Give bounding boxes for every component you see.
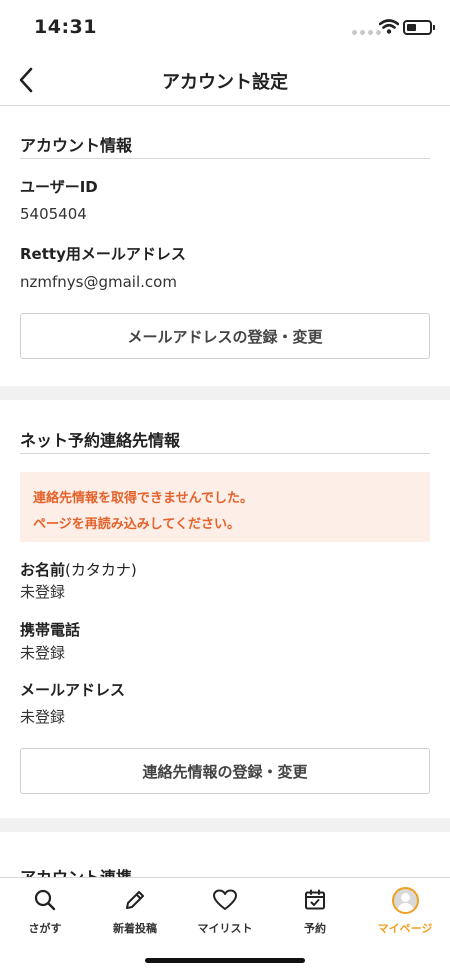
section-divider	[20, 453, 430, 454]
account-info-section: アカウント情報 ユーザーID 5405404 Retty用メールアドレス nzm…	[0, 107, 450, 386]
tab-label: マイリスト	[197, 922, 253, 935]
battery-icon	[403, 20, 435, 35]
section-divider	[20, 158, 430, 159]
error-line: 連絡先情報を取得できませんでした。	[33, 491, 253, 506]
phone-value: 未登録	[20, 644, 66, 662]
calendar-check-icon	[301, 886, 329, 914]
section-title: ネット予約連絡先情報	[20, 431, 181, 450]
tab-label: 新着投稿	[113, 922, 157, 935]
name-label: お名前(カタカナ)	[20, 559, 137, 580]
email-label: Retty用メールアドレス	[20, 245, 186, 263]
account-link-section: アカウント連携	[0, 832, 450, 877]
section-title: アカウント情報	[20, 136, 133, 155]
user-id-value: 5405404	[20, 205, 87, 223]
register-contact-button[interactable]: 連絡先情報の登録・変更	[20, 748, 430, 794]
tab-my-list[interactable]: マイリスト	[180, 886, 270, 936]
home-indicator	[145, 958, 305, 963]
contact-email-value: 未登録	[20, 708, 66, 726]
name-value: 未登録	[20, 583, 66, 601]
wifi-icon	[379, 19, 399, 34]
navigation-bar: アカウント設定	[0, 56, 450, 106]
avatar	[391, 886, 419, 914]
pencil-icon	[121, 886, 149, 914]
register-email-button[interactable]: メールアドレスの登録・変更	[20, 313, 430, 359]
heart-icon	[211, 886, 239, 914]
status-time: 14:31	[34, 16, 97, 38]
error-message: 連絡先情報を取得できませんでした。 ページを再読み込みしてください。	[20, 472, 430, 542]
tab-reservation[interactable]: 予約	[270, 886, 360, 936]
tab-new-posts[interactable]: 新着投稿	[90, 886, 180, 936]
tab-label: さがす	[28, 922, 62, 935]
email-value: nzmfnys@gmail.com	[20, 273, 177, 291]
tab-my-page[interactable]: マイページ	[360, 886, 450, 936]
tab-label: 予約	[304, 922, 326, 935]
contact-info-section: ネット予約連絡先情報 連絡先情報を取得できませんでした。 ページを再読み込みして…	[0, 400, 450, 818]
search-icon	[31, 886, 59, 914]
name-label-hint: (カタカナ)	[65, 561, 137, 579]
page-title: アカウント設定	[162, 72, 288, 93]
section-separator	[0, 386, 450, 400]
tab-label: マイページ	[377, 922, 433, 935]
tab-icon-wrapper	[391, 886, 419, 914]
section-title: アカウント連携	[20, 864, 132, 877]
name-label-text: お名前	[20, 561, 66, 579]
tab-search[interactable]: さがす	[0, 886, 90, 936]
cellular-signal-icon	[352, 30, 381, 35]
user-id-label: ユーザーID	[20, 178, 98, 196]
settings-content[interactable]: アカウント情報 ユーザーID 5405404 Retty用メールアドレス nzm…	[0, 107, 450, 877]
contact-email-label: メールアドレス	[20, 681, 126, 699]
status-bar: 14:31	[0, 0, 450, 56]
section-separator	[0, 818, 450, 832]
phone-label: 携帯電話	[20, 621, 81, 639]
error-line: ページを再読み込みしてください。	[33, 517, 240, 532]
